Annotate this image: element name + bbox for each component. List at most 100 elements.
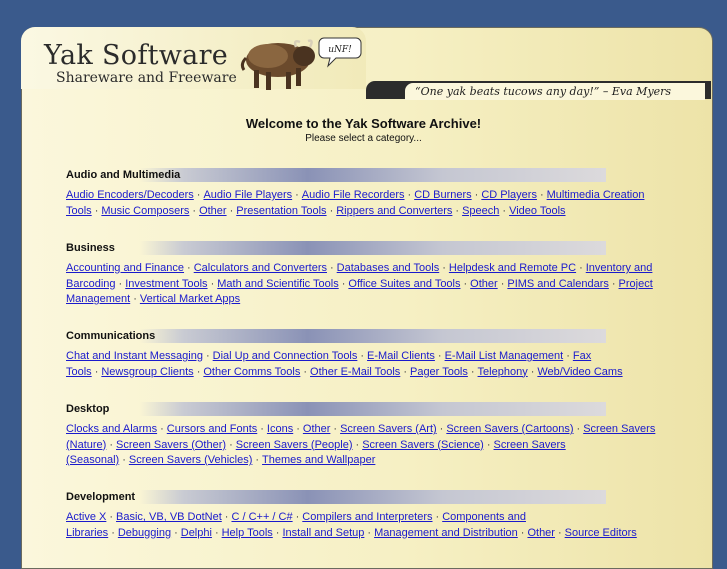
category-link[interactable]: Cursors and Fonts xyxy=(167,423,257,435)
link-separator: · xyxy=(500,277,505,290)
category-link[interactable]: Clocks and Alarms xyxy=(66,423,157,435)
category-heading: Audio and Multimedia xyxy=(64,168,606,182)
category-link[interactable]: CD Burners xyxy=(414,189,471,201)
category-heading: Development xyxy=(64,490,606,504)
category-link[interactable]: Screen Savers (Other) xyxy=(116,439,226,451)
category-link[interactable]: Screen Savers (People) xyxy=(236,439,353,451)
category-link[interactable]: Helpdesk and Remote PC xyxy=(449,262,576,274)
category-link[interactable]: Debugging xyxy=(118,527,171,539)
category-link[interactable]: Office Suites and Tools xyxy=(348,278,460,290)
category-link[interactable]: Install and Setup xyxy=(282,527,364,539)
link-separator: · xyxy=(205,350,210,362)
welcome-title: Welcome to the Yak Software Archive! xyxy=(245,116,482,131)
link-separator: · xyxy=(109,511,114,523)
category-link[interactable]: Icons xyxy=(267,423,293,435)
link-separator: · xyxy=(214,526,219,539)
category-link[interactable]: Math and Scientific Tools xyxy=(217,278,338,290)
category-link[interactable]: Calculators and Converters xyxy=(194,262,327,274)
category-link[interactable]: Screen Savers (Science) xyxy=(362,439,484,451)
link-separator: · xyxy=(341,277,346,290)
category-link[interactable]: Other E-Mail Tools xyxy=(310,366,400,378)
link-separator: · xyxy=(470,365,475,378)
category-link[interactable]: Presentation Tools xyxy=(236,205,326,217)
link-separator: · xyxy=(435,511,440,523)
link-separator: · xyxy=(296,423,300,435)
category-links: Active X · Basic, VB, VB DotNet · C / C++ / … xyxy=(66,510,660,541)
link-separator: · xyxy=(122,454,126,466)
link-separator: · xyxy=(576,423,581,435)
link-separator: · xyxy=(407,189,412,201)
category-link[interactable]: CD Players xyxy=(481,189,537,201)
category-links: Chat and Instant Messaging · Dial Up and C… xyxy=(66,349,660,380)
link-separator: · xyxy=(160,423,164,435)
category-link[interactable]: Video Tools xyxy=(509,205,565,217)
category-link[interactable]: PIMS and Calendars xyxy=(507,278,609,290)
speech-bubble-text: uNF! xyxy=(328,45,352,55)
yak-icon: uNF! xyxy=(240,37,362,90)
category-link[interactable]: E-Mail Clients xyxy=(367,350,435,362)
link-separator: · xyxy=(196,365,201,378)
category-link[interactable]: E-Mail List Management xyxy=(445,350,564,362)
link-separator: · xyxy=(295,189,299,201)
link-separator: · xyxy=(94,365,99,378)
link-separator: · xyxy=(367,526,372,539)
category-link[interactable]: Active X xyxy=(66,511,106,523)
link-separator: · xyxy=(260,423,264,435)
category-link[interactable]: Chat and Instant Messaging xyxy=(66,350,203,362)
category-link[interactable]: Themes and Wallpaper xyxy=(262,454,375,466)
welcome-subtitle: Please select a category... xyxy=(305,133,422,144)
link-separator: · xyxy=(486,438,491,451)
category-heading: Communications xyxy=(64,329,606,343)
category-link[interactable]: Databases and Tools xyxy=(337,262,440,274)
category-link[interactable]: Audio File Recorders xyxy=(302,189,405,201)
link-separator: · xyxy=(94,204,99,217)
link-separator: · xyxy=(229,204,234,217)
category-link[interactable]: Newsgroup Clients xyxy=(101,366,193,378)
category-link[interactable]: Source Editors xyxy=(565,527,637,539)
category-link[interactable]: Accounting and Finance xyxy=(66,262,184,274)
category-link[interactable]: Investment Tools xyxy=(125,278,207,290)
category-link[interactable]: Audio File Players xyxy=(203,189,292,201)
category-links: Audio Encoders/Decoders · Audio File Playe… xyxy=(66,188,660,219)
link-separator: · xyxy=(224,511,229,523)
link-separator: · xyxy=(442,262,446,274)
link-separator: · xyxy=(192,204,197,217)
category-link[interactable]: Other Comms Tools xyxy=(203,366,300,378)
category-link[interactable]: Other xyxy=(199,205,227,217)
link-separator: · xyxy=(255,454,260,466)
link-separator: · xyxy=(174,526,178,539)
category-link[interactable]: Other xyxy=(527,527,555,539)
category-link[interactable]: Management and Distribution xyxy=(374,527,518,539)
link-separator: · xyxy=(474,189,479,201)
link-separator: · xyxy=(303,365,308,378)
category-link[interactable]: Dial Up and Connection Tools xyxy=(213,350,358,362)
category-link[interactable]: Web/Video Cams xyxy=(537,366,622,378)
category-link[interactable]: Help Tools xyxy=(222,527,273,539)
category-heading: Desktop xyxy=(64,402,606,416)
category-link[interactable]: Pager Tools xyxy=(410,366,468,378)
category-link[interactable]: Screen Savers (Cartoons) xyxy=(446,423,573,435)
category-link[interactable]: Vertical Market Apps xyxy=(140,293,240,305)
category-link[interactable]: Compilers and Interpreters xyxy=(302,511,432,523)
category-link[interactable]: Basic, VB, VB DotNet xyxy=(116,511,222,523)
category-link[interactable]: Music Composers xyxy=(101,205,189,217)
category-link[interactable]: Other xyxy=(470,278,498,290)
link-separator: · xyxy=(275,526,280,539)
link-separator: · xyxy=(502,204,507,217)
site-subtitle: Shareware and Freeware xyxy=(56,70,237,86)
category-link[interactable]: Audio Encoders/Decoders xyxy=(66,189,194,201)
category-link[interactable]: Screen Savers (Art) xyxy=(340,423,437,435)
category-link[interactable]: Telephony xyxy=(478,366,528,378)
category-link[interactable]: Other xyxy=(303,423,331,435)
category-link[interactable]: C / C++ / C# xyxy=(231,511,292,523)
link-separator: · xyxy=(579,262,583,274)
link-separator: · xyxy=(611,277,616,290)
link-separator: · xyxy=(539,189,544,201)
category-link[interactable]: Delphi xyxy=(181,527,212,539)
link-separator: · xyxy=(437,350,442,362)
category-link[interactable]: Speech xyxy=(462,205,499,217)
category-link[interactable]: Rippers and Converters xyxy=(336,205,452,217)
site-title[interactable]: Yak Software xyxy=(44,40,228,71)
category-link[interactable]: Screen Savers (Vehicles) xyxy=(129,454,253,466)
category-heading: Business xyxy=(64,241,606,255)
